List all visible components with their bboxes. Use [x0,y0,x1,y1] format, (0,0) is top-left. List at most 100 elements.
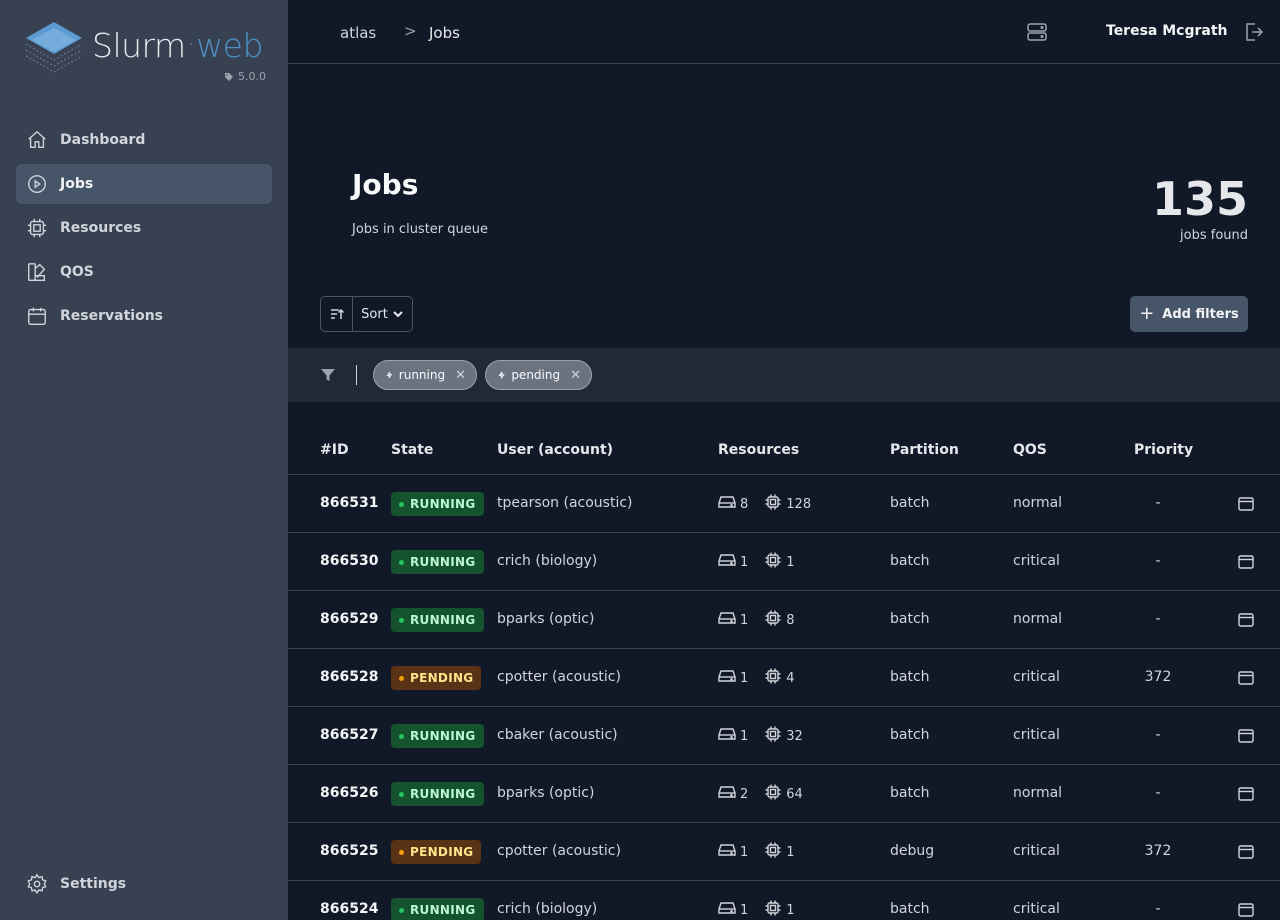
job-user: cbaker (acoustic) [497,727,618,743]
job-resources: 2 64 [718,783,803,805]
job-priority: 372 [1144,669,1172,685]
breadcrumb-chevron-icon: > [404,22,417,40]
table-row[interactable]: 866525 PENDING cpotter (acoustic) 1 1 debug cr… [288,823,1280,881]
job-resources: 14 [718,667,795,689]
state-badge: PENDING [391,666,482,690]
job-priority: - [1155,785,1161,801]
job-id[interactable]: 866529 [320,611,378,627]
cpu-chip-icon [764,841,782,863]
jobs-table-header: #ID State User (account) Resources Parti… [288,430,1280,475]
job-details-icon[interactable] [1237,495,1255,513]
table-row[interactable]: 866528 PENDING cpotter (acoustic) 1 4 batch cr… [288,649,1280,707]
job-id[interactable]: 866531 [320,495,378,511]
sort-control[interactable]: Sort [320,296,413,332]
sidebar: Slurm·web 5.0.0 Dashboard Jobs Resources… [0,0,288,920]
table-row[interactable]: 866526 RUNNING bparks (optic) 2 64 batch norma… [288,765,1280,823]
breadcrumb-cluster[interactable]: atlas [340,24,376,42]
sort-order-icon[interactable] [321,297,353,331]
job-id[interactable]: 866527 [320,727,378,743]
cpu-chip-icon [764,667,782,689]
job-partition: batch [890,553,930,569]
app-logo[interactable]: Slurm·web 5.0.0 [24,20,266,83]
job-qos: normal [1013,495,1063,511]
job-id[interactable]: 866528 [320,669,378,685]
cpu-chip-icon [764,609,782,631]
sort-label: Sort [361,306,388,322]
server-icon [718,841,736,863]
tag-icon [225,72,233,81]
remove-filter-icon[interactable]: ✕ [455,368,466,383]
add-filters-button[interactable]: + Add filters [1130,296,1248,332]
column-header-state: State [391,442,434,458]
job-partition: batch [890,785,930,801]
sort-dropdown[interactable]: Sort [353,297,412,331]
user-name[interactable]: Teresa Mcgrath [1106,23,1228,39]
home-icon [26,129,48,151]
cpu-count: 32 [786,728,803,744]
job-details-icon[interactable] [1237,785,1255,803]
job-id[interactable]: 866530 [320,553,378,569]
job-qos: normal [1013,785,1063,801]
active-filters-bar: running ✕ pending ✕ [288,348,1280,402]
add-filters-label: Add filters [1162,306,1239,322]
status-dot-icon [399,733,404,739]
node-count: 1 [740,844,749,860]
remove-filter-icon[interactable]: ✕ [570,368,581,383]
job-priority: - [1155,727,1161,743]
sidebar-item-label: Settings [60,876,127,892]
job-details-icon[interactable] [1237,553,1255,571]
job-priority: - [1155,901,1161,917]
cpu-count: 1 [786,844,795,860]
server-icon [718,783,736,805]
table-row[interactable]: 866530 RUNNING crich (biology) 1 1 batch criti… [288,533,1280,591]
sidebar-item-jobs[interactable]: Jobs [16,164,272,204]
sidebar-item-resources[interactable]: Resources [16,208,272,248]
filter-chip-pending[interactable]: pending ✕ [485,360,592,390]
job-user: bparks (optic) [497,611,595,627]
jobs-count: 135 [1151,172,1248,226]
jobs-count-label: jobs found [1180,228,1248,243]
table-row[interactable]: 866527 RUNNING cbaker (acoustic) 1 32 batch cr… [288,707,1280,765]
server-icon [718,551,736,573]
column-header-partition: Partition [890,442,959,458]
chevron-down-icon [393,311,403,318]
sidebar-item-settings[interactable]: Settings [16,864,272,904]
job-user: cpotter (acoustic) [497,669,621,685]
sidebar-item-reservations[interactable]: Reservations [16,296,272,336]
sidebar-item-label: Jobs [60,176,94,192]
job-details-icon[interactable] [1237,727,1255,745]
sidebar-item-qos[interactable]: QOS [16,252,272,292]
job-id[interactable]: 866525 [320,843,378,859]
column-header-resources: Resources [718,442,800,458]
sidebar-item-dashboard[interactable]: Dashboard [16,120,272,160]
state-label: PENDING [410,671,474,685]
cpu-count: 128 [786,496,812,512]
job-partition: batch [890,727,930,743]
job-user: crich (biology) [497,553,598,569]
server-icon[interactable] [1025,20,1049,44]
logout-icon[interactable] [1241,20,1265,44]
status-dot-icon [399,501,404,507]
job-id[interactable]: 866524 [320,901,378,917]
job-priority: - [1155,553,1161,569]
job-id[interactable]: 866526 [320,785,378,801]
job-priority: - [1155,611,1161,627]
version-badge: 5.0.0 [224,70,266,83]
job-details-icon[interactable] [1237,611,1255,629]
cpu-count: 64 [786,786,803,802]
filter-chip-running[interactable]: running ✕ [373,360,477,390]
calendar-icon [26,305,48,327]
job-partition: batch [890,495,930,511]
job-details-icon[interactable] [1237,901,1255,919]
job-details-icon[interactable] [1237,843,1255,861]
status-dot-icon [399,617,404,623]
server-icon [718,667,736,689]
table-row[interactable]: 866524 RUNNING crich (biology) 1 1 batch criti… [288,881,1280,920]
table-row[interactable]: 866529 RUNNING bparks (optic) 1 8 batch normal… [288,591,1280,649]
job-qos: critical [1013,553,1060,569]
server-icon [718,609,736,631]
job-details-icon[interactable] [1237,669,1255,687]
table-row[interactable]: 866531 RUNNING tpearson (acoustic) 8 128 batc… [288,475,1280,533]
top-header: atlas > Jobs Teresa Mcgrath [288,0,1280,64]
job-resources: 11 [718,551,795,573]
